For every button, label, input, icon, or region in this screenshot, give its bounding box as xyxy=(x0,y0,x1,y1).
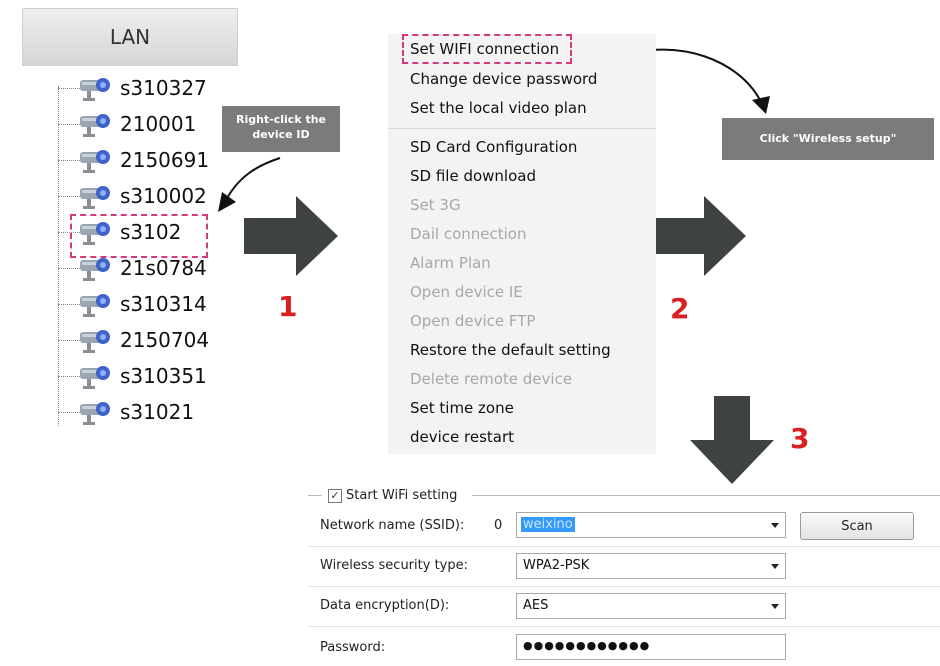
chevron-down-icon xyxy=(771,564,779,569)
menu-item-open-device-ie: Open device IE xyxy=(410,283,523,301)
password-value: ●●●●●●●●●●●● xyxy=(523,639,651,652)
step-arrow-right-1 xyxy=(244,196,338,276)
step-number-3: 3 xyxy=(790,422,810,455)
curved-arrow-2-head xyxy=(752,96,770,114)
password-row: Password: ●●●●●●●●●●●● xyxy=(308,626,940,666)
menu-item-local-video-plan[interactable]: Set the local video plan xyxy=(410,99,587,117)
menu-item-restore-default[interactable]: Restore the default setting xyxy=(410,341,611,359)
menu-item-alarm-plan: Alarm Plan xyxy=(410,254,491,272)
context-menu: Set WIFI connection Change device passwo… xyxy=(388,34,656,454)
password-field[interactable]: ●●●●●●●●●●●● xyxy=(516,634,786,660)
menu-item-dail-connection: Dail connection xyxy=(410,225,527,243)
ssid-row: Network name (SSID): 0 weixino Scan xyxy=(308,506,940,547)
step-number-2: 2 xyxy=(670,292,690,325)
start-wifi-checkbox[interactable]: ✓ xyxy=(328,488,342,503)
group-border-left xyxy=(308,495,322,496)
menu-item-sd-file-download[interactable]: SD file download xyxy=(410,167,536,185)
menu-item-open-device-ftp: Open device FTP xyxy=(410,312,536,330)
menu-separator xyxy=(388,128,656,129)
start-wifi-checkbox-row[interactable]: ✓ Start WiFi setting xyxy=(328,488,457,503)
curved-arrow-1 xyxy=(225,157,281,201)
menu-item-sd-card-config[interactable]: SD Card Configuration xyxy=(410,138,577,156)
data-encryption-dropdown[interactable]: AES xyxy=(516,593,786,619)
menu-item-change-password[interactable]: Change device password xyxy=(410,70,597,88)
wifi-settings-panel: ✓ Start WiFi setting Network name (SSID)… xyxy=(308,486,940,666)
menu-item-device-restart[interactable]: device restart xyxy=(410,428,514,446)
security-type-label: Wireless security type: xyxy=(320,558,468,573)
security-type-dropdown[interactable]: WPA2-PSK xyxy=(516,553,786,579)
step-number-1: 1 xyxy=(278,290,298,323)
ssid-value: weixino xyxy=(521,517,575,532)
password-label: Password: xyxy=(320,640,386,655)
menu-item-set-time-zone[interactable]: Set time zone xyxy=(410,399,514,417)
wireless-setup-callout: Click "Wireless setup" xyxy=(722,118,934,160)
chevron-down-icon xyxy=(771,523,779,528)
scan-button[interactable]: Scan xyxy=(800,512,914,540)
ssid-dropdown[interactable]: weixino xyxy=(516,512,786,538)
security-type-value: WPA2-PSK xyxy=(523,558,590,573)
data-encryption-value: AES xyxy=(523,598,549,613)
set-wifi-highlight xyxy=(402,34,572,64)
start-wifi-label: Start WiFi setting xyxy=(346,488,458,503)
step-arrow-down-3 xyxy=(690,396,774,484)
ssid-label: Network name (SSID): xyxy=(320,518,465,533)
data-encryption-label: Data encryption(D): xyxy=(320,598,450,613)
encryption-row: Data encryption(D): AES xyxy=(308,586,940,627)
chevron-down-icon xyxy=(771,604,779,609)
ssid-signal-value: 0 xyxy=(494,518,503,533)
menu-item-delete-remote-device: Delete remote device xyxy=(410,370,573,388)
security-row: Wireless security type: WPA2-PSK xyxy=(308,546,940,587)
wireless-setup-callout-text: Click "Wireless setup" xyxy=(759,132,897,145)
curved-arrow-1-head xyxy=(218,192,236,212)
step-arrow-right-2 xyxy=(652,196,746,276)
menu-item-set-3g: Set 3G xyxy=(410,196,461,214)
group-border-right xyxy=(472,495,940,496)
